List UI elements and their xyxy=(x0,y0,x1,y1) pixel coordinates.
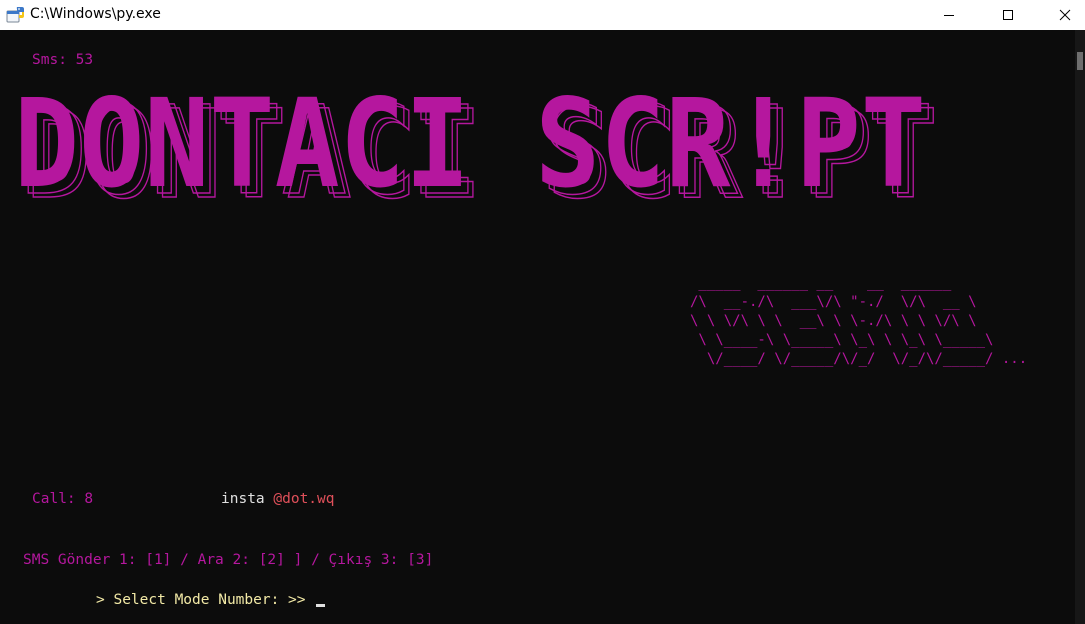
window-title: C:\Windows\py.exe xyxy=(30,6,161,22)
mode-menu: SMS Gönder 1: [1] / Ara 2: [2] ] / Çıkış… xyxy=(23,552,434,568)
close-button[interactable] xyxy=(1042,0,1085,30)
instagram-credit: insta @dot.wq xyxy=(221,490,335,508)
close-icon xyxy=(1059,9,1071,21)
ascii-logo: _____ ______ __ __ ______ /\ __-./\ ___\… xyxy=(690,275,1028,367)
console-output[interactable]: Sms: 53 DONTACI SCR!PT DONTACI SCR!PT DO… xyxy=(0,30,1075,624)
ascii-banner: DONTACI SCR!PT DONTACI SCR!PT DONTACI SC… xyxy=(14,84,939,214)
text-cursor xyxy=(316,604,326,607)
minimize-icon xyxy=(944,15,954,16)
scrollbar[interactable] xyxy=(1075,30,1085,624)
call-counter: Call: 8 xyxy=(32,491,94,507)
sms-counter: Sms: 53 xyxy=(32,52,94,68)
console-window: C:\Windows\py.exe Sms: 53 DONTACI SCR!PT… xyxy=(0,0,1085,624)
input-prompt[interactable]: > Select Mode Number: >> xyxy=(96,591,326,609)
insta-label: insta xyxy=(221,491,265,507)
minimize-button[interactable] xyxy=(926,0,972,30)
scrollbar-thumb[interactable] xyxy=(1077,52,1083,70)
prompt-text: > Select Mode Number: >> xyxy=(96,592,306,608)
maximize-icon xyxy=(1003,10,1013,20)
maximize-button[interactable] xyxy=(985,0,1031,30)
banner-title: DONTACI SCR!PT xyxy=(14,84,926,214)
insta-handle: @dot.wq xyxy=(273,491,335,507)
title-bar[interactable]: C:\Windows\py.exe xyxy=(0,0,1085,30)
python-icon xyxy=(6,5,26,25)
